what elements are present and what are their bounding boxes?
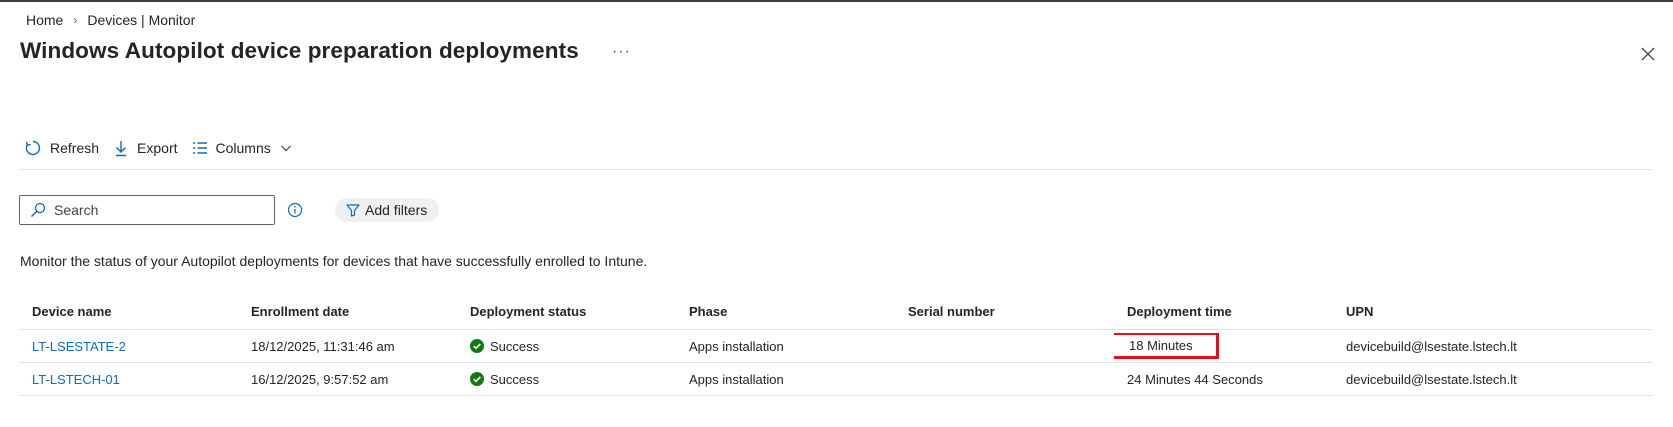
- add-filters-label: Add filters: [365, 202, 428, 218]
- search-placeholder: Search: [54, 202, 99, 218]
- filter-icon: [346, 204, 360, 217]
- deployment-status-cell: Success: [457, 339, 676, 354]
- deployment-time-cell: 18 Minutes: [1114, 333, 1333, 359]
- deployment-time-highlight: 18 Minutes: [1114, 333, 1219, 359]
- breadcrumb-home[interactable]: Home: [26, 12, 63, 28]
- enrollment-date-cell: 16/12/2025, 9:57:52 am: [251, 371, 389, 387]
- search-input[interactable]: Search: [19, 195, 275, 225]
- breadcrumb-devices-monitor[interactable]: Devices | Monitor: [87, 12, 195, 28]
- success-check-icon: [470, 372, 484, 386]
- page-description: Monitor the status of your Autopilot dep…: [20, 253, 648, 269]
- deployments-table: Device name Enrollment date Deployment s…: [19, 293, 1652, 396]
- column-header-device-name[interactable]: Device name: [19, 304, 238, 319]
- column-header-phase[interactable]: Phase: [676, 304, 895, 319]
- toolbar-divider: [19, 169, 1652, 170]
- upn-cell: devicebuild@lsestate.lstech.lt: [1346, 371, 1517, 387]
- column-header-deployment-time[interactable]: Deployment time: [1114, 304, 1333, 319]
- enrollment-date-cell: 18/12/2025, 11:31:46 am: [251, 338, 395, 354]
- column-header-enrollment-date[interactable]: Enrollment date: [238, 304, 457, 319]
- columns-button[interactable]: Columns: [192, 140, 292, 156]
- close-icon[interactable]: [1640, 46, 1656, 62]
- info-icon[interactable]: [287, 202, 303, 218]
- refresh-icon: [25, 140, 41, 156]
- add-filters-button[interactable]: Add filters: [335, 198, 440, 222]
- success-check-icon: [470, 339, 484, 353]
- table-header-row: Device name Enrollment date Deployment s…: [19, 293, 1652, 330]
- columns-label: Columns: [215, 140, 271, 156]
- phase-cell: Apps installation: [689, 371, 784, 387]
- toolbar: Refresh Export Columns: [24, 137, 306, 159]
- deployment-status-cell: Success: [457, 372, 676, 387]
- table-row[interactable]: LT-LSESTATE-2 18/12/2025, 11:31:46 am Su…: [19, 330, 1652, 363]
- export-label: Export: [137, 140, 178, 156]
- column-header-serial-number[interactable]: Serial number: [895, 304, 1114, 319]
- download-icon: [116, 141, 127, 157]
- refresh-button[interactable]: Refresh: [24, 139, 99, 157]
- breadcrumb: Home › Devices | Monitor: [26, 12, 195, 28]
- breadcrumb-separator: ›: [73, 13, 78, 27]
- page-title: Windows Autopilot device preparation dep…: [20, 38, 579, 63]
- columns-list-icon: [192, 142, 207, 154]
- more-options-icon[interactable]: ···: [612, 43, 631, 61]
- upn-cell: devicebuild@lsestate.lstech.lt: [1346, 338, 1517, 354]
- column-header-deployment-status[interactable]: Deployment status: [457, 304, 676, 319]
- column-header-upn[interactable]: UPN: [1333, 304, 1652, 319]
- status-text: Success: [490, 371, 540, 387]
- deployment-time-cell: 24 Minutes 44 Seconds: [1127, 371, 1263, 387]
- table-row[interactable]: LT-LSTECH-01 16/12/2025, 9:57:52 am Succ…: [19, 363, 1652, 396]
- status-text: Success: [490, 338, 540, 354]
- search-icon: [31, 202, 46, 217]
- export-button[interactable]: Export: [113, 139, 178, 157]
- device-name-link[interactable]: LT-LSTECH-01: [32, 372, 120, 387]
- phase-cell: Apps installation: [689, 338, 784, 354]
- device-name-link[interactable]: LT-LSESTATE-2: [32, 339, 126, 354]
- chevron-down-icon: [280, 145, 291, 152]
- refresh-label: Refresh: [50, 140, 100, 156]
